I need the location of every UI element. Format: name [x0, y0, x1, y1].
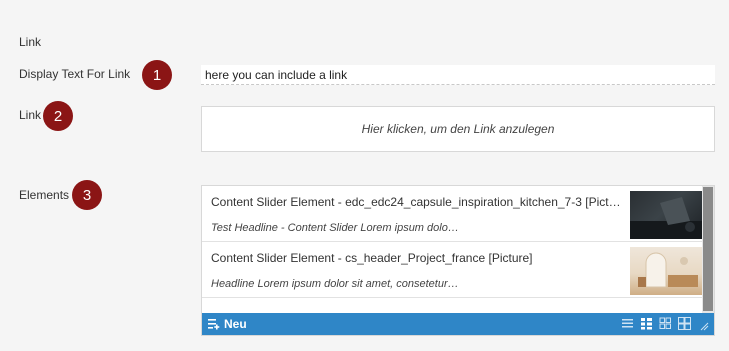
compact-grid-icon[interactable] — [640, 317, 653, 330]
link-label: Link — [19, 108, 42, 122]
element-subtitle: Headline Lorem ipsum dolor sit amet, con… — [211, 278, 459, 290]
kitchen-image-icon — [630, 197, 702, 239]
list-view-icon[interactable] — [621, 317, 634, 330]
new-element-label: Neu — [224, 317, 247, 331]
list-item[interactable]: Content Slider Element - cs_header_Proje… — [202, 242, 702, 298]
step-badge-2: 2 — [43, 101, 73, 131]
elements-label: Elements — [19, 188, 70, 202]
section-title: Link — [19, 35, 42, 49]
interior-thumbnail — [630, 247, 702, 295]
elements-panel: Content Slider Element - edc_edc24_capsu… — [201, 185, 715, 336]
resize-icon[interactable] — [700, 320, 709, 331]
create-link-field[interactable]: Hier klicken, um den Link anzulegen — [201, 106, 715, 152]
step-badge-1: 1 — [142, 60, 172, 90]
grid-icon[interactable] — [659, 317, 672, 330]
add-list-icon — [208, 318, 220, 330]
elements-scrollbar[interactable] — [702, 186, 714, 314]
elements-toolbar: Neu — [202, 313, 714, 335]
kitchen-thumbnail — [630, 191, 702, 239]
step-badge-3: 3 — [72, 180, 102, 210]
create-link-placeholder: Hier klicken, um den Link anzulegen — [361, 122, 555, 136]
scrollbar-thumb[interactable] — [703, 187, 713, 311]
element-title: Content Slider Element - cs_header_Proje… — [211, 251, 533, 265]
large-grid-icon[interactable] — [678, 317, 691, 330]
elements-list: Content Slider Element - edc_edc24_capsu… — [202, 186, 702, 314]
list-item[interactable]: Content Slider Element - edc_edc24_capsu… — [202, 186, 702, 242]
element-title: Content Slider Element - edc_edc24_capsu… — [211, 195, 621, 209]
display-text-label: Display Text For Link — [19, 67, 131, 81]
display-text-input[interactable]: here you can include a link — [201, 65, 715, 85]
new-element-button[interactable]: Neu — [208, 313, 247, 335]
interior-image-icon — [638, 252, 698, 288]
element-subtitle: Test Headline - Content Slider Lorem ips… — [211, 222, 459, 234]
